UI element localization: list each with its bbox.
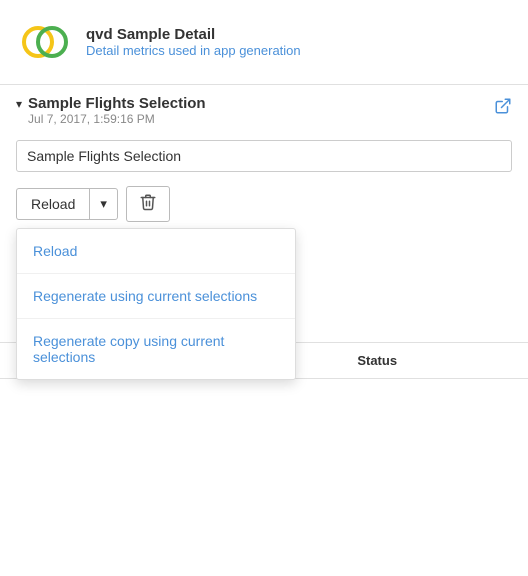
trash-icon [139, 193, 157, 211]
app-logo [16, 14, 72, 70]
subtitle-link[interactable]: in [200, 43, 210, 58]
dropdown-toggle-button[interactable]: ▾ [89, 188, 118, 220]
external-link-icon[interactable] [494, 97, 512, 120]
dropdown-item-regenerate[interactable]: Regenerate using current selections [17, 274, 295, 319]
reload-button[interactable]: Reload [16, 188, 89, 220]
table-col-status: Status [341, 343, 528, 378]
button-row: Reload ▾ Reload Regenerate using current… [0, 180, 528, 232]
delete-button[interactable] [126, 186, 170, 222]
app-header: qvd Sample Detail Detail metrics used in… [0, 0, 528, 85]
subtitle-prefix: Detail metrics used [86, 43, 200, 58]
section-subtitle: Jul 7, 2017, 1:59:16 PM [28, 112, 206, 126]
header-title: qvd Sample Detail [86, 26, 301, 43]
section-title-text: Sample Flights Selection Jul 7, 2017, 1:… [28, 95, 206, 126]
subtitle-suffix: app generation [210, 43, 300, 58]
section-title: Sample Flights Selection [28, 95, 206, 112]
name-input[interactable] [16, 140, 512, 172]
section-title-area: ▾ Sample Flights Selection Jul 7, 2017, … [16, 95, 206, 126]
dropdown-menu: Reload Regenerate using current selectio… [16, 228, 296, 380]
section-header: ▾ Sample Flights Selection Jul 7, 2017, … [0, 85, 528, 132]
header-subtitle: Detail metrics used in app generation [86, 43, 301, 58]
header-text: qvd Sample Detail Detail metrics used in… [86, 26, 301, 58]
dropdown-item-reload[interactable]: Reload [17, 229, 295, 274]
collapse-chevron-icon[interactable]: ▾ [16, 97, 22, 111]
dropdown-item-regenerate-copy[interactable]: Regenerate copy using current selections [17, 319, 295, 379]
input-row [0, 132, 528, 180]
dropdown-chevron-icon: ▾ [100, 196, 107, 211]
